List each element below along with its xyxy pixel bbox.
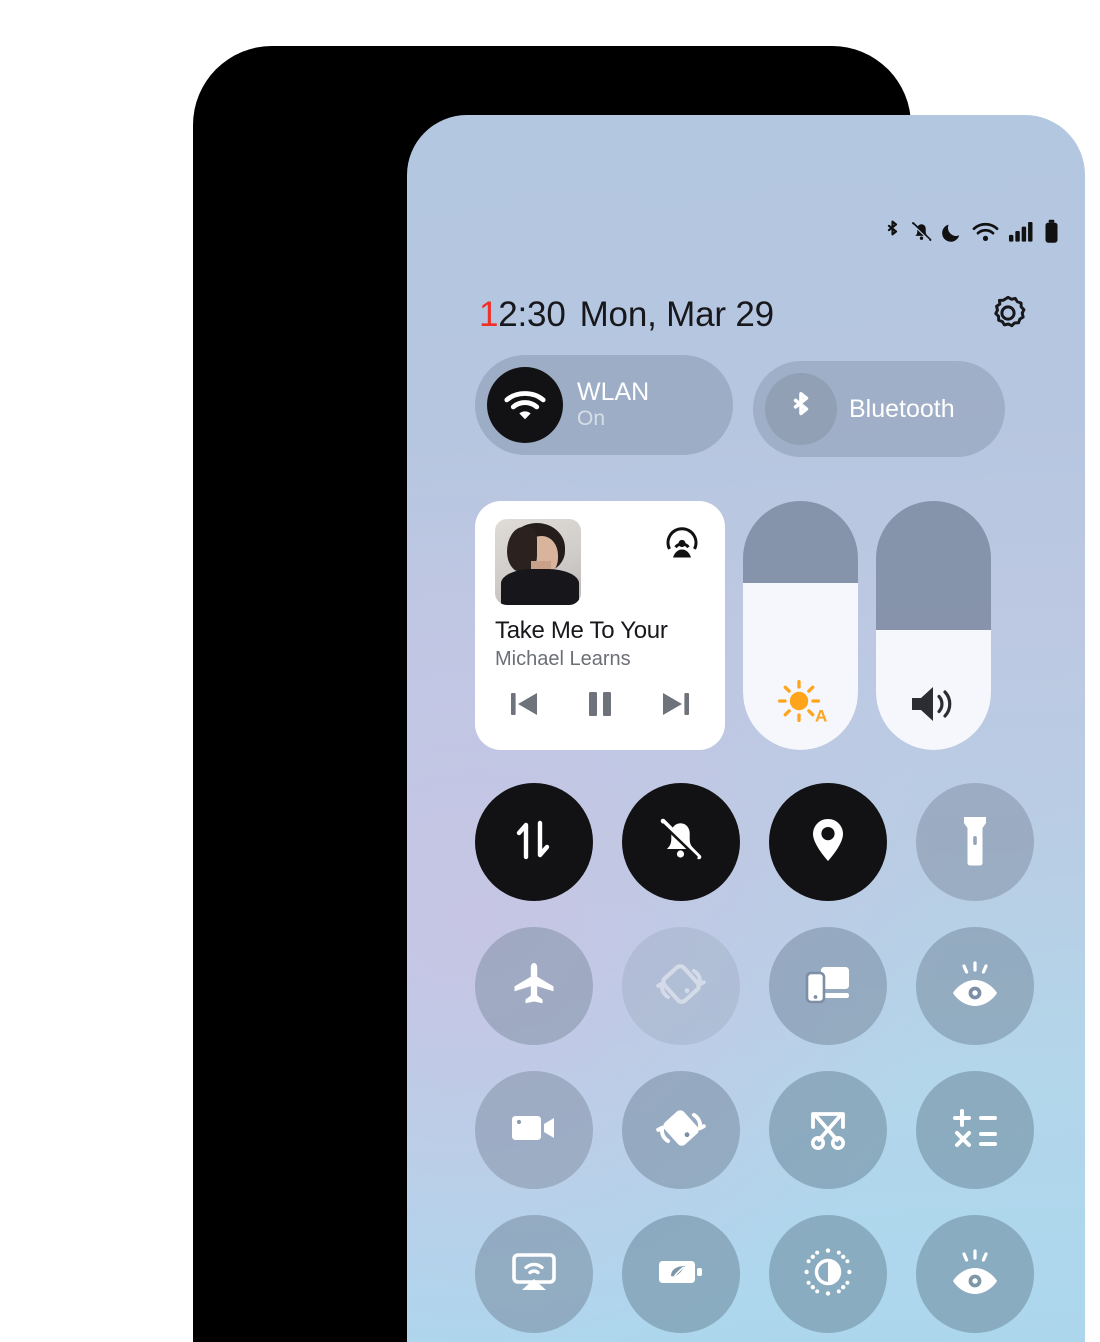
settings-button[interactable] [985,292,1031,338]
rotate-lock-icon [654,957,708,1016]
calculator-toggle[interactable] [916,1071,1034,1189]
bluetooth-icon [884,219,901,244]
quick-toggle-grid [475,783,1035,1333]
eye-icon [948,960,1002,1013]
next-track-button[interactable] [653,683,699,725]
airplane-mode-toggle[interactable] [475,927,593,1045]
eye-icon [948,1248,1002,1301]
calculator-icon [950,1106,1000,1155]
screen-rotation-toggle[interactable] [622,1071,740,1189]
multi-device-icon [802,961,854,1012]
song-title: Take Me To Your [495,617,668,644]
cast-screen-toggle[interactable] [475,1215,593,1333]
status-bar [884,219,1059,244]
screenshot-scissors-icon [803,1103,853,1158]
notifications-off-icon [910,219,933,244]
dark-mode-toggle[interactable] [769,1215,887,1333]
wlan-pill-title: WLAN [577,378,650,407]
multi-screen-toggle[interactable] [769,927,887,1045]
airplane-icon [509,959,559,1014]
do-not-disturb-moon-icon [942,220,963,244]
clock-and-date[interactable]: 12:30 Mon, Mar 29 [479,295,774,335]
cellular-signal-icon [1008,220,1035,243]
previous-track-button[interactable] [501,683,547,725]
battery-icon [1044,219,1059,244]
volume-slider[interactable] [876,501,991,750]
mute-toggle[interactable] [622,783,740,901]
pause-button[interactable] [577,683,623,725]
bluetooth-pill-title: Bluetooth [849,394,955,423]
quick-settings-pill-row: WLAN On Bluetooth [475,355,1005,457]
date-label: Mon, Mar 29 [579,295,774,334]
wlan-pill-subtitle: On [577,407,606,431]
media-card-top [495,519,705,605]
bluetooth-icon [765,373,837,445]
album-art [495,519,581,605]
volume-speaker-icon [876,682,991,726]
gear-icon [987,292,1029,339]
contrast-sun-icon [801,1245,855,1304]
phone-screen: 12:30 Mon, Mar 29 WLAN On Bluetooth Take… [407,115,1085,1342]
location-pin-icon [805,815,851,870]
wifi-icon [972,221,999,243]
header-row: 12:30 Mon, Mar 29 [479,287,1059,343]
mobile-data-toggle[interactable] [475,783,593,901]
auto-rotate-toggle[interactable] [622,927,740,1045]
media-controls [495,683,705,725]
data-transfer-arrows-icon [509,815,559,870]
wifi-icon [487,367,563,443]
clock-hour-first-digit: 1 [479,295,499,334]
eye-protection-toggle[interactable] [916,1215,1034,1333]
cast-audio-icon[interactable] [661,523,703,570]
screenshot-canvas: 12:30 Mon, Mar 29 WLAN On Bluetooth Take… [0,0,1100,1342]
flashlight-icon [958,813,992,872]
song-artist: Michael Learns [495,648,631,670]
power-saving-toggle[interactable] [622,1215,740,1333]
screen-recorder-toggle[interactable] [475,1071,593,1189]
bell-off-icon [655,814,707,871]
svg-text:A: A [815,707,827,726]
screencast-icon [508,1249,560,1300]
bluetooth-pill[interactable]: Bluetooth [753,361,1005,457]
clock-time-rest: 2:30 [498,295,566,334]
brightness-auto-sun-icon: A [743,676,858,726]
video-camera-icon [508,1109,560,1152]
phone-frame: 12:30 Mon, Mar 29 WLAN On Bluetooth Take… [194,47,1085,1342]
brightness-slider[interactable]: A [743,501,858,750]
media-player-card[interactable]: Take Me To Your Michael Learns [475,501,725,750]
rotate-device-icon [654,1101,708,1160]
battery-leaf-icon [655,1255,707,1294]
media-and-sliders-row: Take Me To Your Michael Learns A [475,501,991,750]
wlan-pill[interactable]: WLAN On [475,355,733,455]
eye-comfort-toggle[interactable] [916,927,1034,1045]
location-toggle[interactable] [769,783,887,901]
screenshot-toggle[interactable] [769,1071,887,1189]
wlan-pill-text: WLAN On [577,379,649,431]
flashlight-toggle[interactable] [916,783,1034,901]
